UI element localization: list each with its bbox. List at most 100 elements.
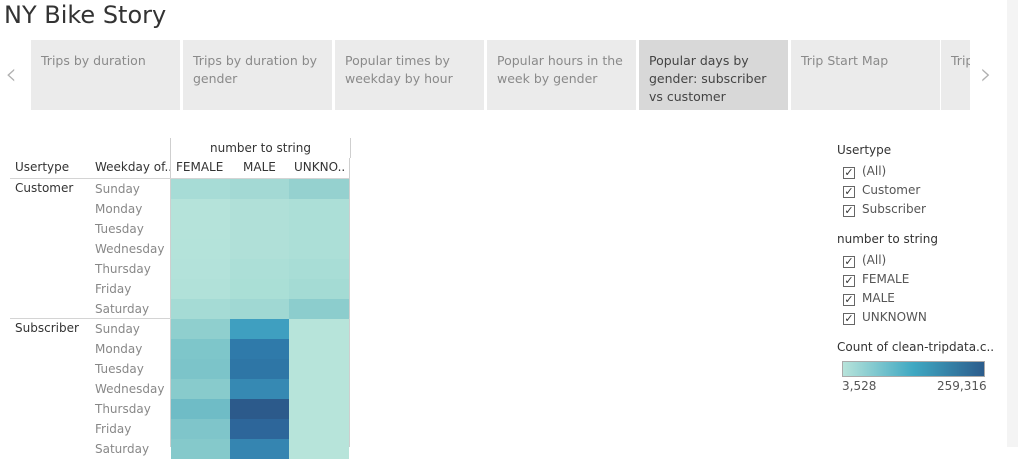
- usertype-filter-option[interactable]: ✓ (All): [843, 163, 886, 180]
- usertype-filter-option[interactable]: ✓ Customer: [843, 182, 920, 199]
- tab-popular-times-by-weekday[interactable]: Popular times by weekday by hour: [335, 40, 484, 110]
- heatmap-cell[interactable]: [230, 199, 289, 219]
- checkbox-checked-icon[interactable]: ✓: [843, 205, 855, 217]
- filter-option-label: Customer: [862, 183, 921, 197]
- heatmap-cell[interactable]: [289, 439, 349, 459]
- usertype-filter-option[interactable]: ✓ Subscriber: [843, 201, 926, 218]
- heatmap-cell[interactable]: [171, 239, 230, 259]
- heatmap-cell[interactable]: [230, 299, 289, 319]
- gender-filter-option[interactable]: ✓ FEMALE: [843, 271, 909, 288]
- filter-option-label: UNKNOWN: [862, 310, 927, 324]
- heatmap-cell[interactable]: [289, 199, 349, 219]
- vertical-scrollbar[interactable]: [1007, 0, 1018, 447]
- heatmap-cell[interactable]: [230, 359, 289, 379]
- heatmap-cell[interactable]: [171, 259, 230, 279]
- weekday-row-label: Saturday: [95, 302, 150, 316]
- heatmap-cell[interactable]: [289, 339, 349, 359]
- heatmap-cell[interactable]: [289, 259, 349, 279]
- legend-title: Count of clean-tripdata.c..: [837, 340, 995, 354]
- heatmap-cell[interactable]: [289, 219, 349, 239]
- heatmap-cell[interactable]: [171, 199, 230, 219]
- gender-filter-title: number to string: [837, 232, 938, 246]
- weekday-row-label: Friday: [95, 282, 132, 296]
- filter-option-label: (All): [862, 253, 887, 267]
- col-header-unknown: UNKNO..: [294, 160, 346, 174]
- heatmap-cell[interactable]: [171, 319, 230, 339]
- heatmap-cell[interactable]: [171, 219, 230, 239]
- tab-trip-partial[interactable]: Trip: [941, 40, 970, 110]
- heatmap-cell[interactable]: [289, 239, 349, 259]
- gender-filter-option[interactable]: ✓ (All): [843, 252, 886, 269]
- tab-clip: Trip: [941, 40, 970, 110]
- col-header-male: MALE: [243, 160, 276, 174]
- heatmap-cell[interactable]: [230, 179, 289, 199]
- heatmap-cell[interactable]: [289, 179, 349, 199]
- weekday-row-label: Tuesday: [95, 362, 144, 376]
- heatmap-cell[interactable]: [230, 219, 289, 239]
- heatmap-cell[interactable]: [171, 379, 230, 399]
- weekday-row-label: Thursday: [95, 402, 151, 416]
- column-group-label: number to string: [170, 138, 351, 158]
- legend-min-value: 3,528: [842, 379, 877, 393]
- heatmap-cell[interactable]: [230, 279, 289, 299]
- heatmap-cell[interactable]: [171, 399, 230, 419]
- gender-filter-option[interactable]: ✓ MALE: [843, 290, 895, 307]
- heatmap-cell[interactable]: [289, 399, 349, 419]
- tab-popular-days-by-gender[interactable]: Popular days by gender: subscriber vs cu…: [639, 40, 788, 110]
- weekday-row-label: Thursday: [95, 262, 151, 276]
- col-header-female: FEMALE: [176, 160, 224, 174]
- heatmap-cell[interactable]: [171, 179, 230, 199]
- heatmap-cell[interactable]: [289, 299, 349, 319]
- weekday-row-label: Monday: [95, 202, 143, 216]
- weekday-row-label: Friday: [95, 422, 132, 436]
- next-tab-arrow-icon[interactable]: ›: [980, 60, 992, 90]
- checkbox-checked-icon[interactable]: ✓: [843, 167, 855, 179]
- heatmap-cell[interactable]: [289, 419, 349, 439]
- checkbox-checked-icon[interactable]: ✓: [843, 275, 855, 287]
- heatmap-cell[interactable]: [230, 259, 289, 279]
- tab-trip-start-map[interactable]: Trip Start Map: [791, 40, 940, 110]
- tab-trips-by-duration[interactable]: Trips by duration: [31, 40, 180, 110]
- gender-filter-option[interactable]: ✓ UNKNOWN: [843, 309, 927, 326]
- heatmap-cell[interactable]: [230, 339, 289, 359]
- usertype-group-label: Subscriber: [15, 321, 79, 335]
- heatmap-cell[interactable]: [171, 279, 230, 299]
- page-title: NY Bike Story: [4, 1, 167, 29]
- heatmap-cell[interactable]: [230, 239, 289, 259]
- tab-popular-hours-by-gender[interactable]: Popular hours in the week by gender: [487, 40, 636, 110]
- checkbox-checked-icon[interactable]: ✓: [843, 256, 855, 268]
- heatmap-cell[interactable]: [171, 439, 230, 459]
- weekday-row-label: Sunday: [95, 182, 140, 196]
- filter-option-label: (All): [862, 164, 887, 178]
- heatmap-cell[interactable]: [289, 319, 349, 339]
- checkbox-checked-icon[interactable]: ✓: [843, 294, 855, 306]
- weekday-row-label: Monday: [95, 342, 143, 356]
- heatmap-cell[interactable]: [171, 419, 230, 439]
- filter-option-label: FEMALE: [862, 272, 910, 286]
- heatmap-cell[interactable]: [289, 379, 349, 399]
- checkbox-checked-icon[interactable]: ✓: [843, 186, 855, 198]
- usertype-group-label: Customer: [15, 181, 74, 195]
- heatmap-cell[interactable]: [230, 319, 289, 339]
- weekday-row-label: Saturday: [95, 442, 150, 456]
- weekday-row-label: Wednesday: [95, 382, 165, 396]
- heatmap-cell[interactable]: [230, 419, 289, 439]
- checkbox-checked-icon[interactable]: ✓: [843, 313, 855, 325]
- heatmap-cell[interactable]: [171, 339, 230, 359]
- heatmap-cell[interactable]: [171, 299, 230, 319]
- color-legend-bar: [842, 361, 985, 377]
- usertype-filter-title: Usertype: [837, 143, 892, 157]
- heatmap-cell[interactable]: [230, 439, 289, 459]
- weekday-row-label: Wednesday: [95, 242, 165, 256]
- filter-option-label: MALE: [862, 291, 895, 305]
- heatmap-cell[interactable]: [230, 379, 289, 399]
- filter-option-label: Subscriber: [862, 202, 926, 216]
- usertype-header: Usertype: [15, 160, 70, 174]
- heatmap-cell[interactable]: [171, 359, 230, 379]
- weekday-row-label: Tuesday: [95, 222, 144, 236]
- heatmap-cell[interactable]: [289, 359, 349, 379]
- tab-trips-by-duration-by-gender[interactable]: Trips by duration by gender: [183, 40, 332, 110]
- heatmap-cell[interactable]: [289, 279, 349, 299]
- prev-tab-arrow-icon[interactable]: ‹: [5, 60, 17, 90]
- heatmap-cell[interactable]: [230, 399, 289, 419]
